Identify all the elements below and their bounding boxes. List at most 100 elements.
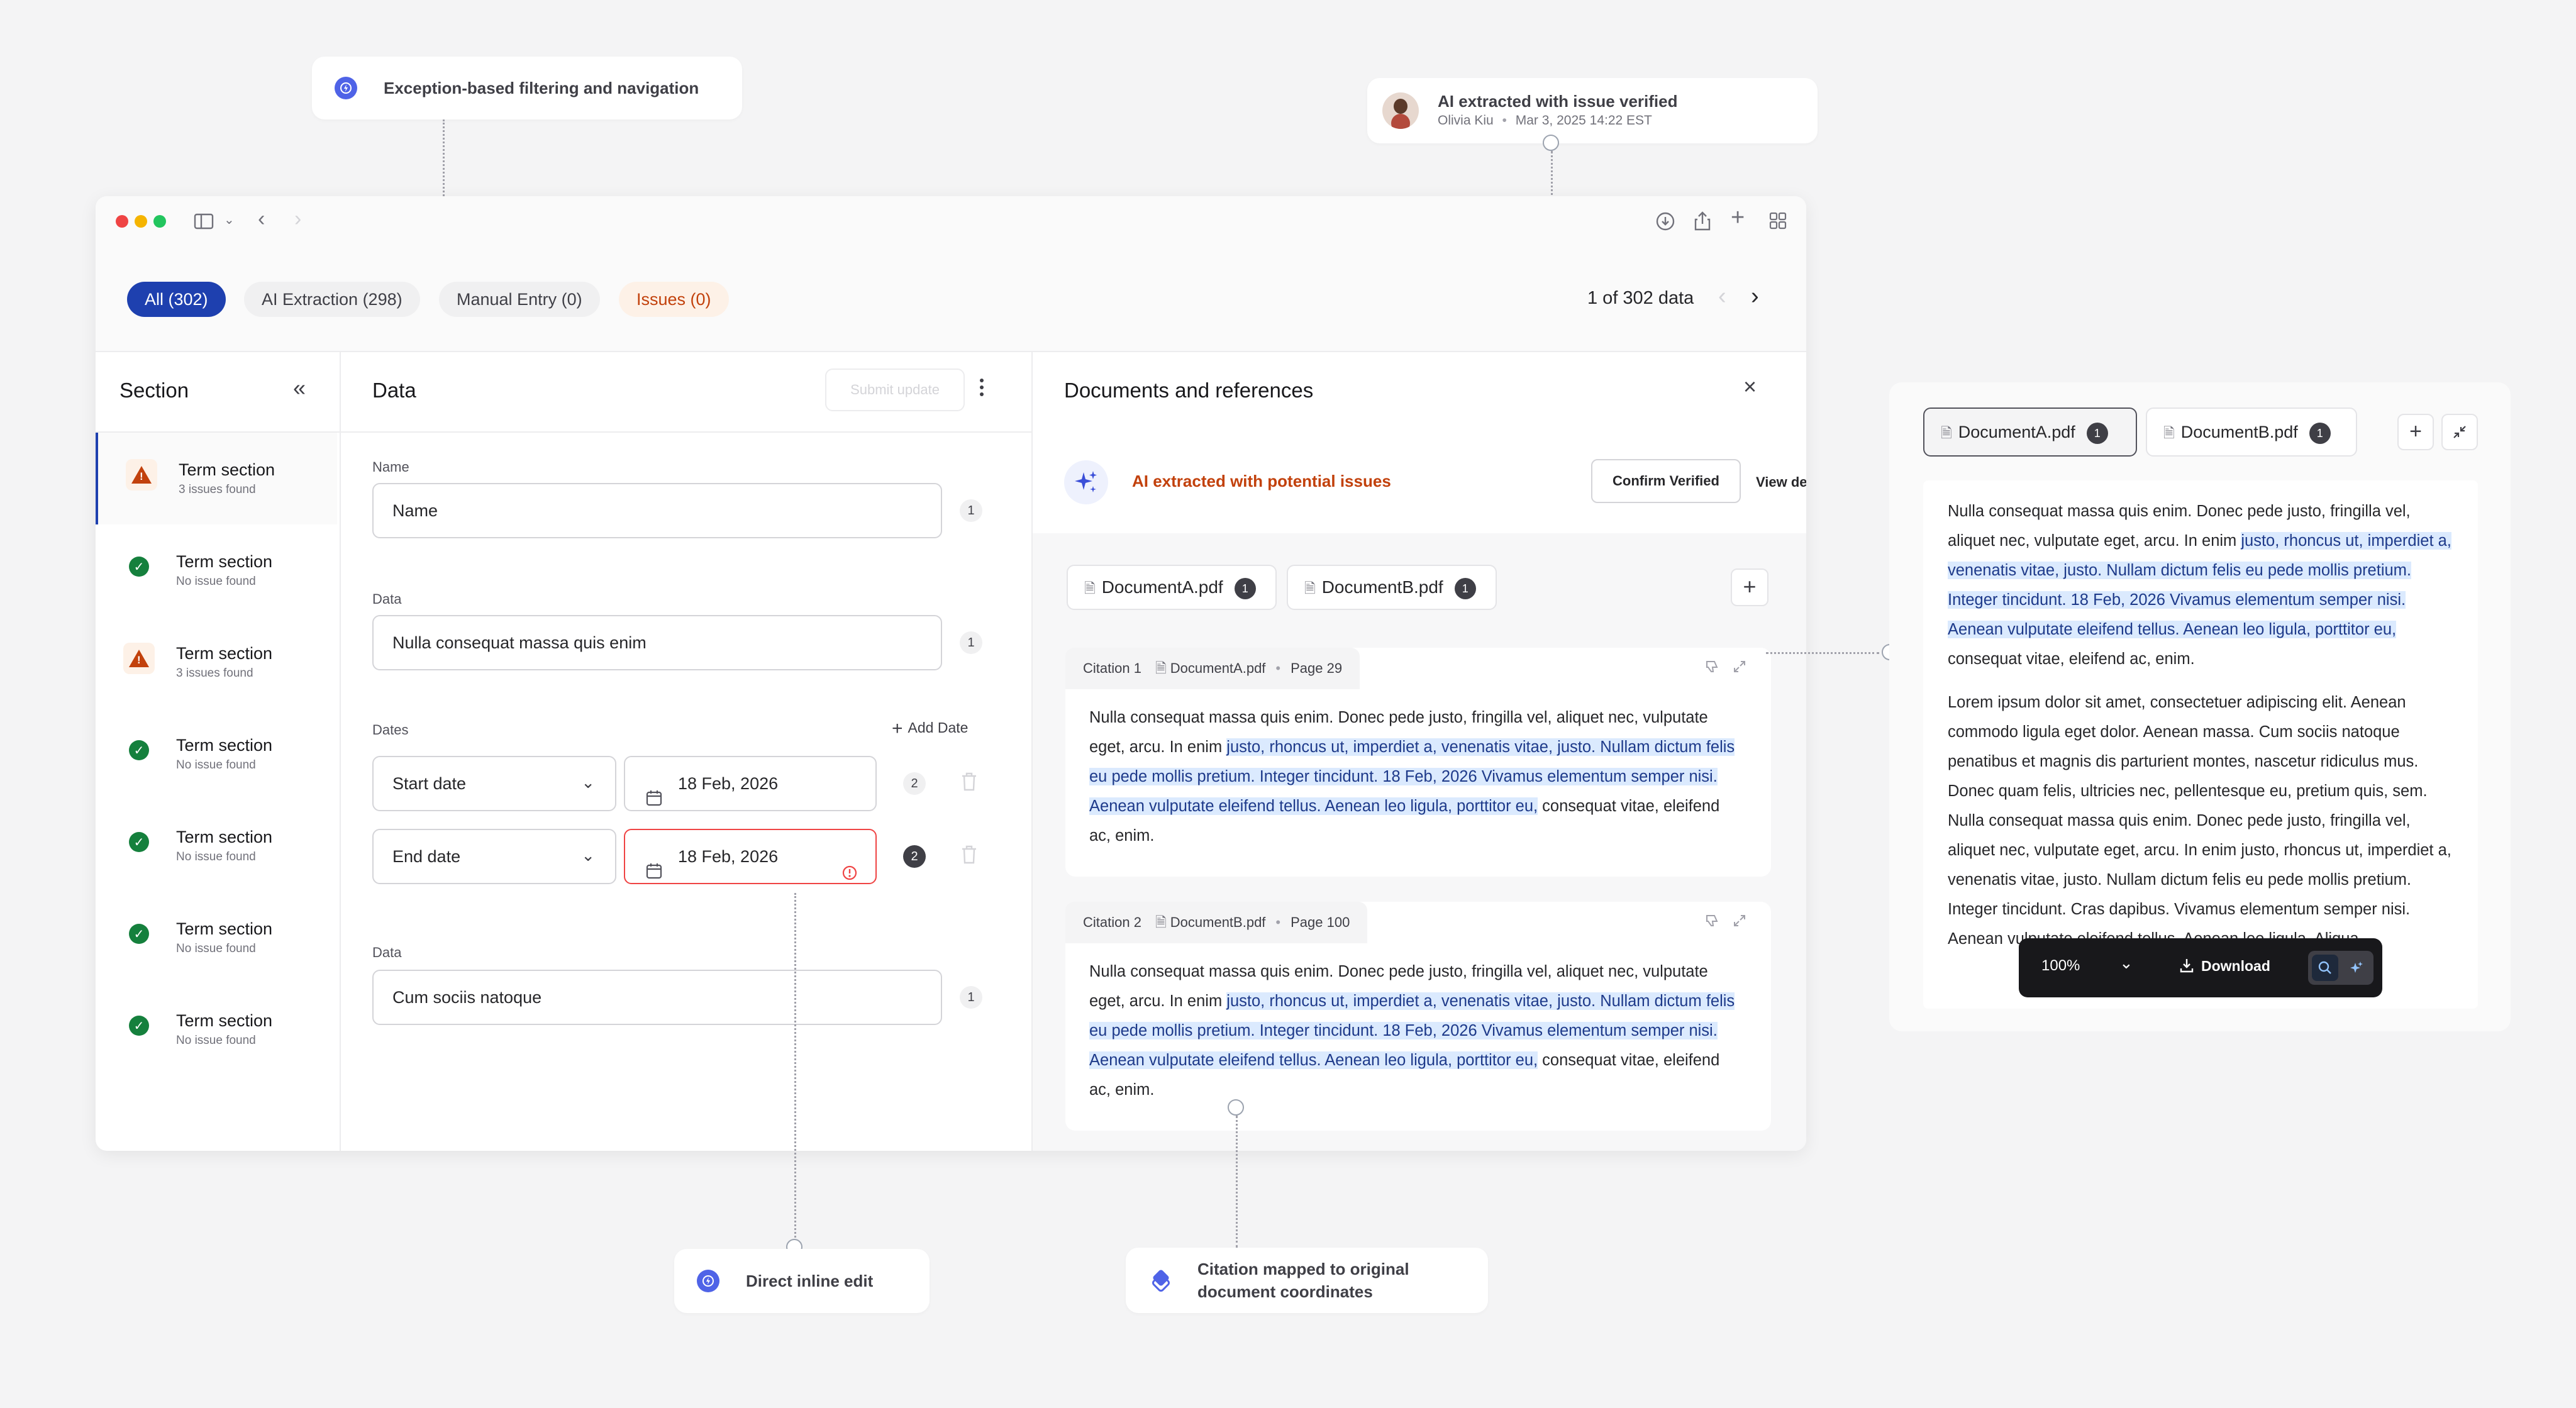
section-item[interactable]: ✓ Term section No issue found bbox=[96, 984, 337, 1075]
callout-verified: AI extracted with issue verified Olivia … bbox=[1367, 78, 1818, 143]
ai-status-bar: AI extracted with potential issues Confi… bbox=[1033, 433, 1806, 532]
add-date-label: Add Date bbox=[908, 719, 969, 736]
viewer-p2-text: Lorem ipsum dolor sit amet, consectetuer… bbox=[1948, 694, 2451, 948]
citation-page: Page 100 bbox=[1291, 914, 1350, 930]
end-date-select[interactable]: End date ⌄ bbox=[372, 829, 616, 884]
back-icon[interactable]: ‹ bbox=[258, 208, 265, 230]
end-date-input[interactable]: 18 Feb, 2026 bbox=[624, 829, 877, 884]
data2-input[interactable]: Cum sociis natoque bbox=[372, 970, 942, 1025]
name-input[interactable]: Name bbox=[372, 483, 942, 538]
connector-node bbox=[1543, 135, 1559, 151]
verifier-name: Olivia Kiu bbox=[1438, 113, 1494, 128]
trash-icon[interactable] bbox=[960, 844, 979, 870]
view-details-link[interactable]: View details → bbox=[1756, 472, 1806, 491]
connector-line bbox=[1766, 652, 1879, 654]
filter-chip-all[interactable]: All (302) bbox=[127, 282, 226, 317]
start-date-select[interactable]: Start date ⌄ bbox=[372, 756, 616, 811]
section-item[interactable]: ✓ Term section No issue found bbox=[96, 524, 337, 616]
start-date-select-value: Start date bbox=[392, 774, 467, 793]
viewer-tab-a-count: 1 bbox=[2086, 422, 2108, 444]
citation-card[interactable]: Citation 2 🗎 DocumentB.pdf • Page 100 Nulla … bbox=[1065, 902, 1771, 1131]
start-date-input[interactable]: 18 Feb, 2026 bbox=[624, 756, 877, 811]
trash-icon[interactable] bbox=[960, 771, 979, 797]
add-document-button[interactable]: + bbox=[1731, 568, 1768, 606]
citation-file: DocumentA.pdf bbox=[1170, 660, 1266, 676]
prev-page-icon[interactable]: ‹ bbox=[1718, 283, 1726, 310]
minimize-window-dot[interactable] bbox=[135, 215, 147, 228]
expand-icon[interactable] bbox=[1732, 659, 1747, 679]
minimize-icon[interactable] bbox=[2441, 414, 2478, 450]
section-item-title: Term section bbox=[176, 919, 273, 938]
avatar bbox=[1382, 92, 1419, 129]
doc-tab-a[interactable]: 🗎 DocumentA.pdf 1 bbox=[1067, 565, 1277, 610]
section-item-title: Term section bbox=[176, 828, 273, 846]
confirm-verified-button[interactable]: Confirm Verified bbox=[1591, 459, 1741, 503]
close-icon[interactable]: × bbox=[1743, 374, 1757, 400]
expand-icon[interactable] bbox=[1732, 913, 1747, 933]
callout-citation-line2: document coordinates bbox=[1197, 1282, 1373, 1301]
submit-update-button[interactable]: Submit update bbox=[825, 369, 965, 411]
download-button[interactable]: Download bbox=[2179, 957, 2270, 977]
add-date-button[interactable]: + Add Date bbox=[892, 718, 968, 740]
section-item-status: No issue found bbox=[176, 942, 256, 955]
filter-chip-manual-entry[interactable]: Manual Entry (0) bbox=[439, 282, 600, 317]
sidebar-toggle-icon[interactable] bbox=[194, 212, 214, 234]
viewer-add-button[interactable]: + bbox=[2397, 414, 2434, 450]
more-options-icon[interactable] bbox=[980, 379, 986, 396]
section-item-status: 3 issues found bbox=[179, 483, 256, 496]
data-label: Data bbox=[372, 591, 402, 607]
new-tab-icon[interactable]: + bbox=[1731, 206, 1745, 230]
section-item[interactable]: ✓ Term section No issue found bbox=[96, 800, 337, 892]
column-divider bbox=[340, 351, 341, 1151]
maximize-window-dot[interactable] bbox=[153, 215, 166, 228]
doc-tab-a-label: DocumentA.pdf bbox=[1101, 577, 1223, 597]
doc-tab-b-label: DocumentB.pdf bbox=[1321, 577, 1443, 597]
start-date-value: 18 Feb, 2026 bbox=[678, 774, 779, 793]
thumbs-down-icon[interactable] bbox=[1704, 659, 1719, 679]
data2-label: Data bbox=[372, 945, 402, 960]
citation-card[interactable]: Citation 1 🗎 DocumentA.pdf • Page 29 Nulla c… bbox=[1065, 648, 1771, 877]
start-date-count-badge: 2 bbox=[903, 772, 926, 795]
calendar-icon bbox=[645, 775, 663, 828]
data-input[interactable]: Nulla consequat massa quis enim bbox=[372, 615, 942, 670]
check-circle-icon: ✓ bbox=[123, 918, 155, 950]
calendar-icon bbox=[645, 848, 663, 901]
grid-icon[interactable] bbox=[1768, 211, 1787, 233]
section-item[interactable]: Term section 3 issues found bbox=[96, 616, 337, 708]
data-count-badge: 1 bbox=[960, 631, 982, 654]
viewer-tab-a[interactable]: 🗎 DocumentA.pdf 1 bbox=[1923, 407, 2137, 457]
search-icon[interactable] bbox=[2312, 955, 2338, 981]
chevron-down-icon[interactable]: ⌄ bbox=[224, 211, 235, 229]
sparkle-icon bbox=[1064, 460, 1108, 504]
search-tool-group bbox=[2308, 951, 2373, 985]
forward-icon[interactable]: › bbox=[294, 208, 301, 230]
callout-inline-edit: Direct inline edit bbox=[674, 1249, 930, 1313]
viewer-tab-b[interactable]: 🗎 DocumentB.pdf 1 bbox=[2146, 407, 2357, 457]
next-page-icon[interactable]: › bbox=[1751, 283, 1759, 310]
section-item[interactable]: Term section 3 issues found bbox=[96, 433, 337, 524]
download-icon[interactable] bbox=[1655, 211, 1675, 235]
section-item-status: No issue found bbox=[176, 1034, 256, 1047]
filter-chip-ai-extraction[interactable]: AI Extraction (298) bbox=[244, 282, 420, 317]
ai-sparkle-icon[interactable] bbox=[2343, 955, 2370, 981]
end-date-select-value: End date bbox=[392, 847, 461, 866]
callout-inline-edit-text: Direct inline edit bbox=[746, 1272, 874, 1290]
section-list: Term section 3 issues found ✓ Term section N… bbox=[96, 433, 338, 1150]
doc-tab-a-count: 1 bbox=[1234, 577, 1256, 599]
viewer-paragraph-2: Lorem ipsum dolor sit amet, consectetuer… bbox=[1948, 688, 2457, 954]
bolt-icon bbox=[697, 1270, 719, 1292]
collapse-icon[interactable]: « bbox=[293, 375, 306, 401]
section-item[interactable]: ✓ Term section No issue found bbox=[96, 892, 337, 984]
section-item-status: No issue found bbox=[176, 850, 256, 863]
share-icon[interactable] bbox=[1693, 210, 1712, 235]
chevron-down-icon[interactable]: ⌄ bbox=[2119, 953, 2133, 973]
section-item-title: Term section bbox=[176, 736, 273, 755]
section-item[interactable]: ✓ Term section No issue found bbox=[96, 708, 337, 800]
filter-chip-issues[interactable]: Issues (0) bbox=[619, 282, 729, 317]
zoom-level[interactable]: 100% bbox=[2041, 957, 2080, 975]
close-window-dot[interactable] bbox=[116, 215, 128, 228]
section-item-status: 3 issues found bbox=[176, 667, 253, 680]
citation-text: Nulla consequat massa quis enim. Donec p… bbox=[1089, 703, 1737, 851]
thumbs-down-icon[interactable] bbox=[1704, 913, 1719, 933]
doc-tab-b[interactable]: 🗎 DocumentB.pdf 1 bbox=[1287, 565, 1497, 610]
